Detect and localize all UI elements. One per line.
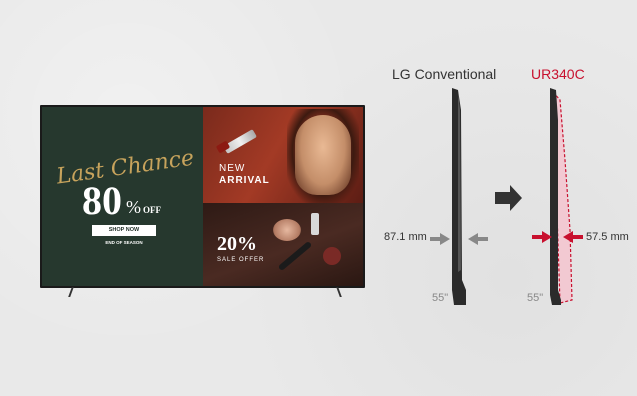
conventional-depth-arrow-right bbox=[468, 233, 488, 245]
product-depth: 57.5 mm bbox=[586, 231, 629, 243]
product-size: 55" bbox=[527, 292, 544, 304]
conventional-size: 55" bbox=[432, 292, 449, 304]
transition-arrow bbox=[495, 185, 522, 211]
profile-comparison-diagram bbox=[430, 88, 583, 305]
conventional-depth: 87.1 mm bbox=[384, 231, 427, 243]
product-depth-arrow-left bbox=[532, 231, 552, 243]
conventional-depth-arrow-left bbox=[430, 233, 450, 245]
